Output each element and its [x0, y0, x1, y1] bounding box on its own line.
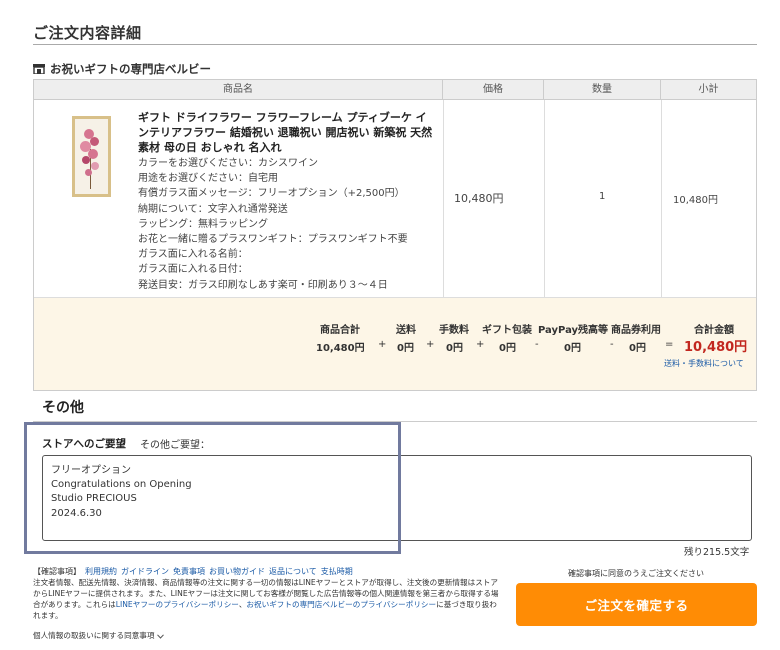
- option-line: ガラス面に入れる名前：: [138, 249, 248, 261]
- link-guidelines[interactable]: ガイドライン: [121, 567, 169, 576]
- operator-plus: +: [476, 339, 485, 350]
- chevron-down-icon: [156, 633, 164, 639]
- link-shopping-guide[interactable]: お買い物ガイド: [209, 567, 265, 576]
- option-line: 納期について：文字入れ通常発送: [138, 203, 288, 215]
- item-qty: 1: [599, 191, 606, 202]
- operator-equals: =: [665, 339, 674, 350]
- other-section-title: その他: [42, 400, 84, 416]
- store-header: お祝いギフトの専門店ベルビー: [33, 61, 211, 77]
- operator-plus: +: [378, 339, 387, 350]
- option-line: ラッピング：無料ラッピング: [138, 218, 268, 230]
- store-name: お祝いギフトの専門店ベルビー: [50, 62, 211, 76]
- label-fee: 手数料: [439, 325, 469, 336]
- option-line: カラーをお選びください：カシスワイン: [138, 158, 318, 169]
- link-returns[interactable]: 返品について: [269, 567, 317, 576]
- value-shipping: 0円: [397, 343, 414, 354]
- notice-links: 【確認事項】 利用規約 ガイドライン 免責事項 お買い物ガイド 返品について 支払時期: [33, 566, 353, 577]
- label-paypay: PayPay残高等: [538, 325, 609, 336]
- label-coupon: 商品券利用: [611, 325, 661, 336]
- operator-plus: +: [426, 339, 435, 350]
- option-line: お花と一緒に贈るプラスワンギフト：プラスワンギフト不要: [138, 234, 408, 246]
- remaining-chars: 残り215.5文字: [684, 547, 750, 558]
- privacy-consent-toggle[interactable]: 個人情報の取扱いに関する同意事項: [33, 630, 164, 641]
- value-grand-total: 10,480円: [684, 340, 748, 355]
- option-line: ガラス面に入れる日付：: [138, 264, 248, 276]
- notice-head: 【確認事項】: [33, 567, 81, 576]
- column-divider: [544, 100, 545, 297]
- link-store-privacy[interactable]: お祝いギフトの専門店ベルビーのプライバシーポリシー: [246, 600, 436, 609]
- label-shipping: 送料: [396, 325, 416, 336]
- column-divider: [443, 100, 444, 297]
- confirm-note: 確認事項に同意のうえご注文ください: [568, 569, 704, 578]
- option-line: 用途をお選びください：自宅用: [138, 173, 278, 185]
- operator-minus: -: [535, 339, 539, 350]
- totals-section: [34, 297, 756, 390]
- value-paypay: 0円: [564, 343, 581, 354]
- label-gift-wrap: ギフト包装: [482, 325, 532, 336]
- header-product: 商品名: [34, 80, 443, 100]
- privacy-consent-label: 個人情報の取扱いに関する同意事項: [33, 631, 155, 640]
- title-divider: [33, 44, 757, 45]
- label-grand-total: 合計金額: [694, 325, 734, 336]
- value-coupon: 0円: [629, 343, 646, 354]
- highlight-frame: [24, 422, 401, 554]
- link-terms[interactable]: 利用規約: [85, 567, 117, 576]
- item-subtotal: 10,480円: [673, 195, 718, 206]
- item-price: 10,480円: [454, 192, 504, 205]
- fee-info-link[interactable]: 送料・手数料について: [664, 358, 744, 369]
- value-fee: 0円: [446, 343, 463, 354]
- product-image[interactable]: [72, 116, 111, 197]
- label-goods-total: 商品合計: [320, 325, 360, 336]
- confirm-order-button[interactable]: ご注文を確定する: [516, 583, 757, 626]
- header-qty: 数量: [544, 80, 661, 100]
- product-name[interactable]: ギフト ドライフラワー フラワーフレーム プティブーケ インテリアフラワー 結婚…: [138, 110, 434, 155]
- operator-minus: -: [610, 339, 614, 350]
- value-goods-total: 10,480円: [316, 343, 365, 354]
- notice-body: 注文者情報、配送先情報、決済情報、商品情報等の注文に関する一切の情報はLINEヤ…: [33, 577, 503, 621]
- header-subtotal: 小計: [661, 80, 756, 100]
- product-options: カラーをお選びください：カシスワイン 用途をお選びください：自宅用 有償ガラス面…: [138, 156, 438, 293]
- link-disclaimer[interactable]: 免責事項: [173, 567, 205, 576]
- page-title: ご注文内容詳細: [33, 24, 142, 42]
- column-divider: [661, 100, 662, 297]
- option-line: 発送目安：ガラス印刷なしあす楽可・印刷あり３～４日: [138, 279, 388, 291]
- link-payment-timing[interactable]: 支払時期: [321, 567, 353, 576]
- value-gift-wrap: 0円: [499, 343, 516, 354]
- store-icon: [33, 64, 45, 74]
- header-price: 価格: [443, 80, 544, 100]
- option-line: 有償ガラス面メッセージ：フリーオプション（+2,500円）: [138, 188, 405, 200]
- link-lineyahoo-privacy[interactable]: LINEヤフーのプライバシーポリシー: [116, 600, 239, 609]
